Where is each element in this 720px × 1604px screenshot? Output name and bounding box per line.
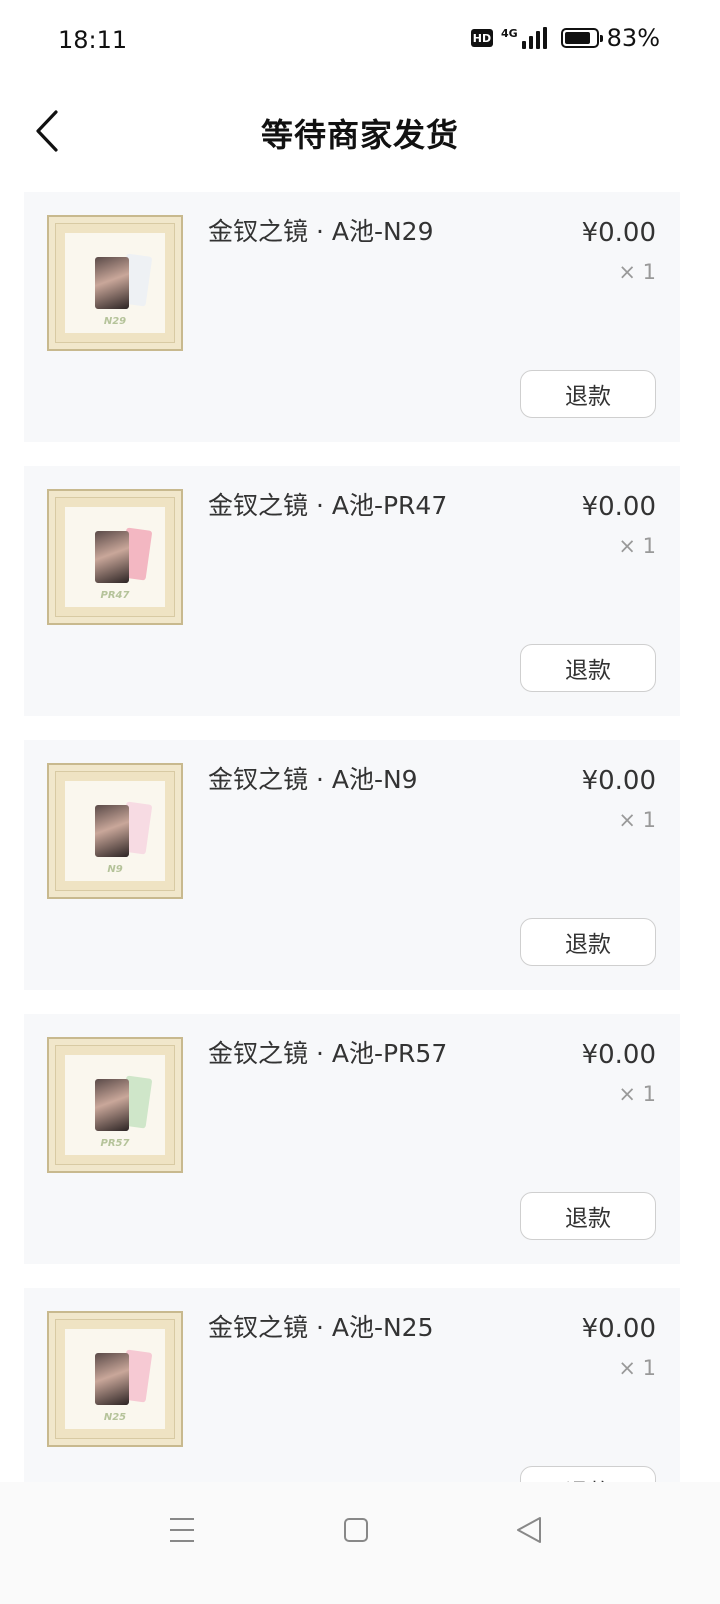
order-card[interactable]: PR57 金钗之镜 · A池-PR57 ¥0.00 × 1 退款 xyxy=(24,1014,680,1264)
order-list[interactable]: N29 金钗之镜 · A池-N29 ¥0.00 × 1 退款 PR47 金钗之镜… xyxy=(24,192,680,1482)
product-thumbnail[interactable]: N29 xyxy=(47,215,183,351)
network-label: 4G xyxy=(500,27,518,40)
refund-button[interactable]: 退款 xyxy=(520,1192,656,1240)
menu-button[interactable] xyxy=(152,1510,212,1550)
battery-percent: 83% xyxy=(606,24,660,52)
product-code: N25 xyxy=(103,1412,127,1423)
menu-icon xyxy=(170,1518,194,1542)
order-card[interactable]: PR47 金钗之镜 · A池-PR47 ¥0.00 × 1 退款 xyxy=(24,466,680,716)
product-quantity: × 1 xyxy=(618,808,656,832)
product-quantity: × 1 xyxy=(618,534,656,558)
product-thumbnail[interactable]: PR57 xyxy=(47,1037,183,1173)
photo-card-image xyxy=(95,257,129,309)
refund-button[interactable]: 退款 xyxy=(520,644,656,692)
product-name: 金钗之镜 · A池-N9 xyxy=(208,765,418,794)
product-price: ¥0.00 xyxy=(581,492,656,522)
order-page: 18:11 HD 4G 83% 等待商家发货 N29 金钗之镜 · A池-N29… xyxy=(0,0,720,1604)
product-code: PR47 xyxy=(100,590,130,601)
status-bar: 18:11 HD 4G 83% xyxy=(0,0,720,84)
product-name: 金钗之镜 · A池-PR57 xyxy=(208,1039,448,1068)
order-card[interactable]: N9 金钗之镜 · A池-N9 ¥0.00 × 1 退款 xyxy=(24,740,680,990)
product-name: 金钗之镜 · A池-N25 xyxy=(208,1313,434,1342)
product-name: 金钗之镜 · A池-N29 xyxy=(208,217,434,246)
system-back-button[interactable] xyxy=(500,1510,560,1550)
page-title: 等待商家发货 xyxy=(260,116,459,154)
order-card[interactable]: N25 金钗之镜 · A池-N25 ¥0.00 × 1 退款 xyxy=(24,1288,680,1482)
product-thumbnail[interactable]: N9 xyxy=(47,763,183,899)
photo-card-image xyxy=(95,1353,129,1405)
product-code: N9 xyxy=(107,864,123,875)
refund-button[interactable]: 退款 xyxy=(520,1466,656,1482)
product-quantity: × 1 xyxy=(618,1082,656,1106)
status-time: 18:11 xyxy=(58,26,128,54)
photo-card-image xyxy=(95,805,129,857)
system-nav-bar xyxy=(0,1482,720,1604)
hd-icon: HD xyxy=(470,29,493,47)
signal-4g-icon: 4G xyxy=(501,27,547,49)
photo-card-image xyxy=(95,531,129,583)
refund-button[interactable]: 退款 xyxy=(520,370,656,418)
product-code: PR57 xyxy=(100,1138,130,1149)
status-indicators: HD 4G 83% xyxy=(470,24,660,52)
order-card[interactable]: N29 金钗之镜 · A池-N29 ¥0.00 × 1 退款 xyxy=(24,192,680,442)
product-quantity: × 1 xyxy=(618,1356,656,1380)
product-price: ¥0.00 xyxy=(581,218,656,248)
photo-card-image xyxy=(95,1079,129,1131)
product-quantity: × 1 xyxy=(618,260,656,284)
product-thumbnail[interactable]: PR47 xyxy=(47,489,183,625)
back-triangle-icon xyxy=(517,1517,541,1543)
product-price: ¥0.00 xyxy=(581,1040,656,1070)
header: 等待商家发货 xyxy=(0,84,720,180)
product-code: N29 xyxy=(103,316,127,327)
product-price: ¥0.00 xyxy=(581,766,656,796)
home-button[interactable] xyxy=(326,1510,386,1550)
product-price: ¥0.00 xyxy=(581,1314,656,1344)
product-name: 金钗之镜 · A池-PR47 xyxy=(208,491,448,520)
battery-icon xyxy=(560,28,603,48)
home-square-icon xyxy=(344,1518,368,1542)
product-thumbnail[interactable]: N25 xyxy=(47,1311,183,1447)
refund-button[interactable]: 退款 xyxy=(520,918,656,966)
